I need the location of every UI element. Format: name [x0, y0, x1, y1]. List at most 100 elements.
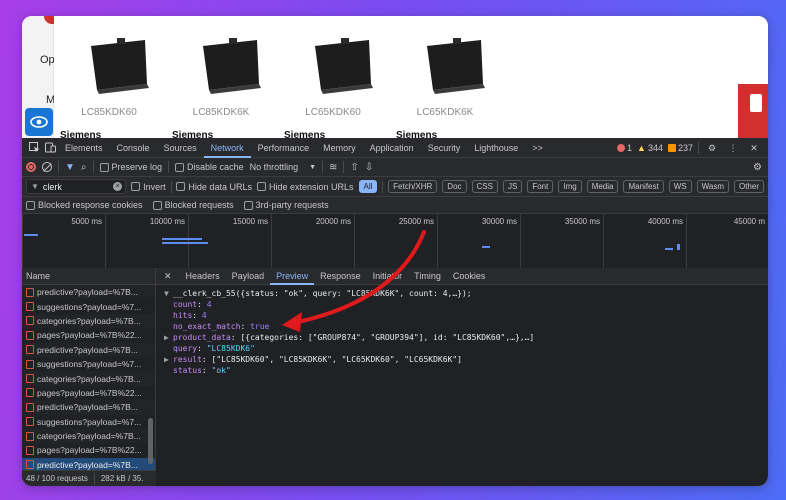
page-side-widget[interactable]: [738, 84, 768, 138]
tab-cookies[interactable]: Cookies: [447, 268, 492, 285]
blocked-requests-checkbox[interactable]: Blocked requests: [152, 200, 234, 210]
request-row[interactable]: categories?payload=%7B...: [22, 313, 155, 329]
settings-gear-icon[interactable]: ⚙: [704, 140, 720, 156]
search-icon[interactable]: ⌕: [81, 162, 87, 173]
error-count[interactable]: 1: [617, 143, 632, 153]
more-tabs-button[interactable]: >>: [525, 138, 550, 158]
request-row[interactable]: predictive?payload=%7B...: [22, 285, 155, 300]
blocked-response-cookies-checkbox[interactable]: Blocked response cookies: [26, 200, 143, 210]
type-filter-fetch-xhr[interactable]: Fetch/XHR: [388, 180, 438, 193]
name-column-header[interactable]: Name: [22, 268, 155, 285]
devtools-panel: Elements Console Sources Network Perform…: [22, 138, 768, 486]
preview-root[interactable]: ▼ __clerk_cb_55({status: "ok", query: "LC…: [164, 288, 768, 299]
tab-payload[interactable]: Payload: [226, 268, 271, 285]
product-card[interactable]: LC85KDK6K Siemens: [166, 38, 276, 141]
warning-count[interactable]: ▲ 344: [637, 143, 663, 153]
issues-count[interactable]: 237: [667, 143, 693, 153]
kebab-menu-icon[interactable]: ⋮: [725, 140, 741, 156]
third-party-requests-checkbox[interactable]: 3rd-party requests: [243, 200, 329, 210]
script-file-icon: [26, 417, 34, 427]
tab-performance[interactable]: Performance: [251, 138, 317, 158]
export-har-icon[interactable]: ⇩: [365, 162, 373, 173]
blocked-options-bar: Blocked response cookies Blocked request…: [22, 197, 768, 214]
detail-tabs: ✕ Headers Payload Preview Response Initi…: [156, 268, 768, 285]
timeline-tick: 5000 ms: [22, 214, 105, 270]
type-filter-wasm[interactable]: Wasm: [696, 180, 729, 193]
clear-filter-icon[interactable]: ×: [113, 182, 123, 191]
network-overview-timeline[interactable]: 5000 ms 10000 ms 15000 ms 20000 ms 25000…: [22, 214, 768, 270]
type-filter-other[interactable]: Other: [733, 180, 764, 193]
product-card[interactable]: LC65KDK6K Siemens: [390, 38, 500, 141]
throttling-select[interactable]: No throttling ▼: [250, 162, 316, 172]
tab-application[interactable]: Application: [363, 138, 421, 158]
network-lower-area: Name predictive?payload=%7B... suggestio…: [22, 268, 768, 486]
request-row[interactable]: suggestions?payload=%7...: [22, 357, 155, 371]
request-row[interactable]: pages?payload=%7B%22...: [22, 386, 155, 400]
tab-lighthouse[interactable]: Lighthouse: [467, 138, 525, 158]
tab-preview[interactable]: Preview: [270, 268, 315, 285]
tab-headers[interactable]: Headers: [180, 268, 226, 285]
close-detail-icon[interactable]: ✕: [160, 268, 180, 285]
chevron-down-icon: ▼: [309, 163, 317, 171]
tab-sources[interactable]: Sources: [157, 138, 204, 158]
request-row[interactable]: categories?payload=%7B...: [22, 428, 155, 444]
request-row[interactable]: predictive?payload=%7B...: [22, 342, 155, 357]
network-settings-gear-icon[interactable]: ⚙: [753, 162, 762, 173]
tab-console[interactable]: Console: [110, 138, 157, 158]
filter-funnel-icon[interactable]: ▼: [65, 162, 75, 173]
network-options-bar: ▼ ⌕ Preserve log Disable cache No thrott…: [22, 158, 768, 177]
disable-cache-checkbox[interactable]: Disable cache: [175, 162, 244, 172]
type-filter-all[interactable]: All: [358, 180, 378, 193]
invert-checkbox[interactable]: Invert: [131, 182, 166, 192]
tab-memory[interactable]: Memory: [316, 138, 363, 158]
tab-response[interactable]: Response: [314, 268, 367, 285]
tab-timing[interactable]: Timing: [408, 268, 447, 285]
preview-hits: hits: 4: [173, 311, 207, 320]
preserve-log-checkbox[interactable]: Preserve log: [99, 162, 162, 172]
product-sku: LC65KDK6K: [416, 107, 474, 118]
clear-log-icon[interactable]: [42, 162, 52, 172]
tab-security[interactable]: Security: [421, 138, 468, 158]
request-row[interactable]: pages?payload=%7B%22...: [22, 443, 155, 457]
cooker-hood-image: [315, 38, 373, 94]
script-file-icon: [26, 359, 34, 369]
product-card[interactable]: LC65KDK60 Siemens: [278, 38, 388, 141]
type-filter-css[interactable]: CSS: [471, 180, 498, 193]
product-card[interactable]: LC85KDK60 Siemens: [54, 38, 164, 141]
wifi-conditions-icon[interactable]: ≋: [329, 162, 337, 173]
preview-product-data[interactable]: ▶ product_data: [{categories: ["GROUP874"…: [164, 332, 768, 343]
type-filter-img[interactable]: Img: [558, 180, 582, 193]
type-filter-media[interactable]: Media: [586, 180, 619, 193]
tab-initiator[interactable]: Initiator: [367, 268, 409, 285]
hide-data-urls-checkbox[interactable]: Hide data URLs: [176, 182, 252, 192]
inspect-element-icon[interactable]: [26, 140, 42, 156]
request-row[interactable]: suggestions?payload=%7...: [22, 299, 155, 313]
request-row[interactable]: pages?payload=%7B%22...: [22, 328, 155, 342]
type-filter-manifest[interactable]: Manifest: [623, 180, 664, 193]
screenshot-frame: Op M LC85KDK60 Siemens LC85KDK6K Siemens…: [22, 16, 768, 486]
type-filter-ws[interactable]: WS: [668, 180, 692, 193]
request-row[interactable]: suggestions?payload=%7...: [22, 415, 155, 429]
script-file-icon: [26, 287, 34, 297]
filter-input[interactable]: ▼ clerk ×: [26, 179, 127, 194]
preview-count: count: 4: [173, 300, 212, 309]
import-har-icon[interactable]: ⇧: [350, 162, 358, 173]
toolbar-status: 1 ▲ 344 237 ⚙ ⋮ ✕: [617, 138, 762, 158]
cooker-hood-image: [203, 38, 261, 94]
device-toolbar-icon[interactable]: [42, 140, 58, 156]
tab-elements[interactable]: Elements: [58, 138, 110, 158]
record-stop-icon[interactable]: [26, 162, 36, 172]
request-row[interactable]: categories?payload=%7B...: [22, 371, 155, 386]
close-icon[interactable]: ✕: [746, 140, 762, 156]
type-filter-font[interactable]: Font: [527, 180, 554, 193]
timeline-request-mark: [665, 248, 673, 250]
hide-extension-urls-checkbox[interactable]: Hide extension URLs: [256, 182, 354, 192]
type-filter-js[interactable]: JS: [502, 180, 523, 193]
preview-result[interactable]: ▶ result: ["LC85KDK60", "LC85KDK6K", "LC6…: [164, 354, 768, 365]
request-row[interactable]: predictive?payload=%7B...: [22, 400, 155, 415]
tab-network[interactable]: Network: [203, 138, 251, 158]
accessibility-eye-icon[interactable]: [25, 108, 53, 136]
request-rows: predictive?payload=%7B... suggestions?pa…: [22, 285, 155, 473]
request-list-scrollbar[interactable]: [148, 418, 153, 464]
type-filter-doc[interactable]: Doc: [442, 180, 467, 193]
